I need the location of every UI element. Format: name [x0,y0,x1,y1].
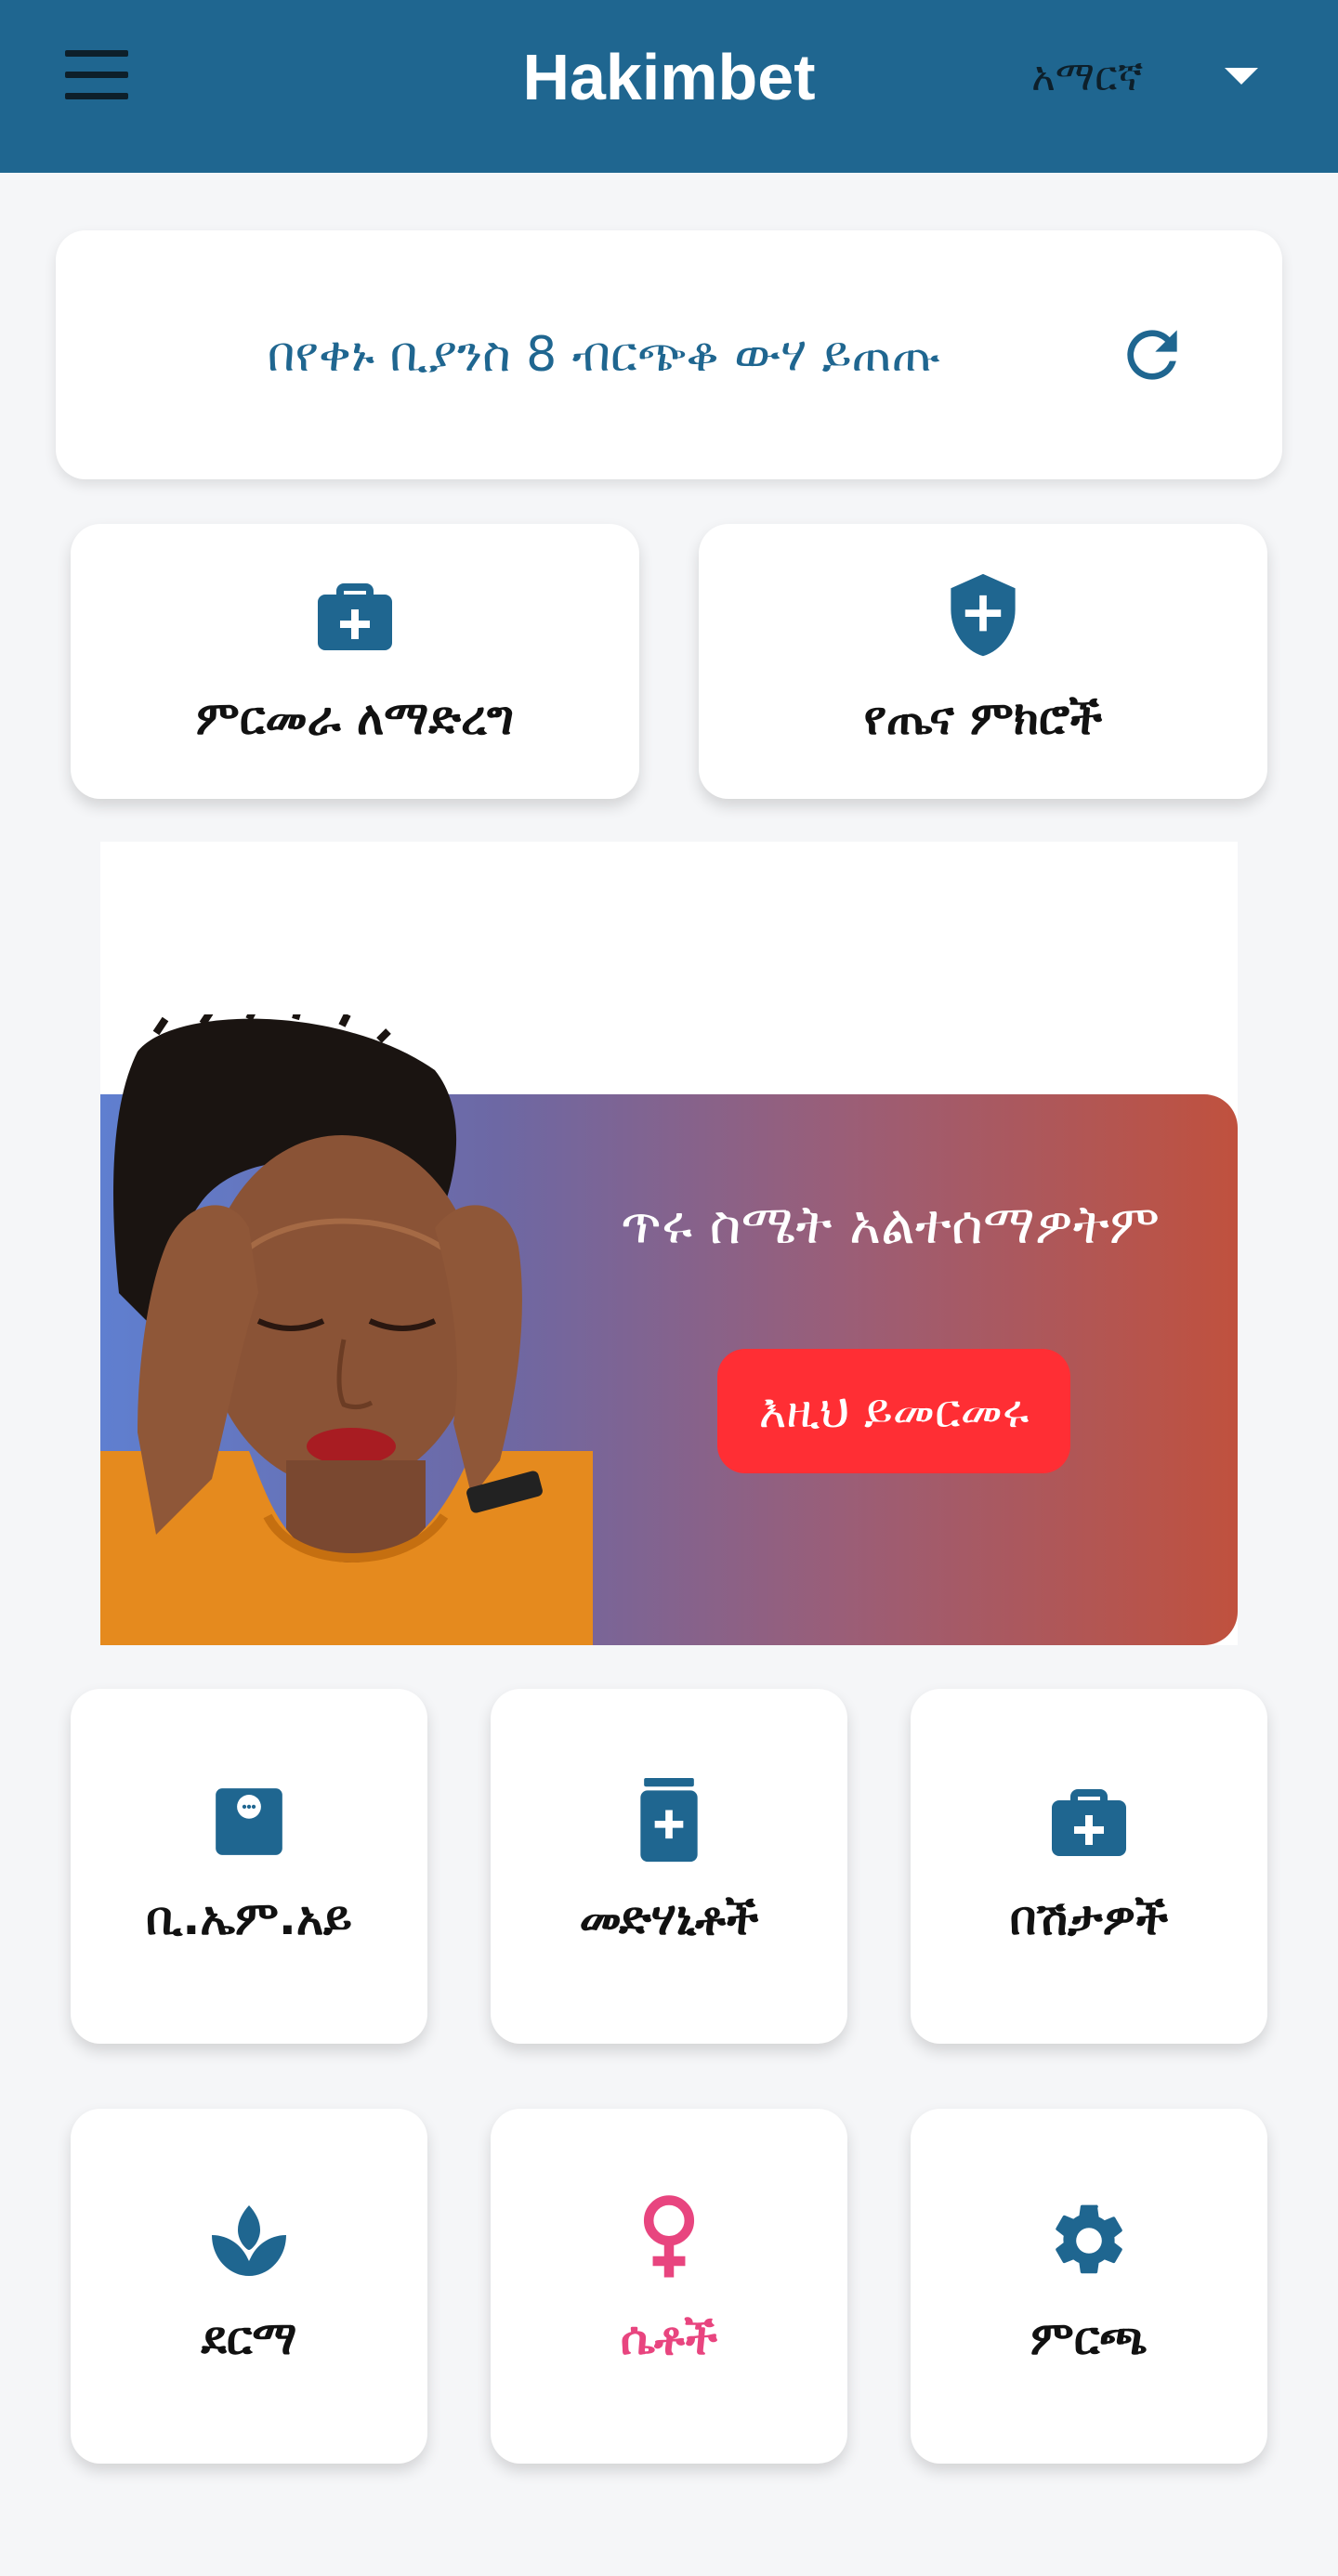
diseases-label: በሽታዎች [1009,1891,1169,1945]
health-tips-label: የጤና ምክሮች [863,691,1103,745]
scale-icon [216,1788,282,1855]
settings-label: ምርጫ [1030,2311,1148,2365]
refresh-icon [1127,330,1177,380]
checkup-card[interactable]: ምርመራ ለማድረግ [71,524,639,799]
check-here-button[interactable]: እዚህ ይመርመሩ [717,1349,1070,1473]
settings-card[interactable]: ምርጫ [911,2109,1267,2464]
derma-card[interactable]: ደርማ [71,2109,427,2464]
medical-bag-icon [318,583,392,650]
female-icon [643,2195,695,2278]
menu-icon [65,50,128,57]
app-bar: Hakimbet አማርኛ [0,0,1338,173]
menu-icon-bar [65,72,128,78]
shield-plus-icon [951,573,1016,657]
women-card[interactable]: ሴቶች [491,2109,847,2464]
spa-icon [212,2205,286,2276]
women-label: ሴቶች [620,2311,718,2365]
gear-icon [1056,2204,1122,2274]
menu-icon-bar [65,93,128,99]
bmi-label: ቢ.ኤም.አይ [146,1891,352,1945]
bmi-card[interactable]: ቢ.ኤም.አይ [71,1689,427,2044]
daily-tip-card: በየቀኑ ቢያንስ 8 ብርጭቆ ውሃ ይጠጡ [56,230,1282,479]
diseases-card[interactable]: በሽታዎች [911,1689,1267,2044]
app-title: Hakimbet [522,41,816,113]
language-label: አማርኛ [1031,53,1144,100]
woman-headache-image [100,1014,593,1645]
medical-bag-icon [1052,1789,1126,1856]
daily-tip-text: በየቀኑ ቢያንስ 8 ብርጭቆ ውሃ ይጠጡ [267,327,941,383]
medicine-bottle-icon [640,1778,698,1863]
menu-button[interactable] [56,48,139,106]
refresh-button[interactable] [1115,318,1189,392]
banner-heading: ጥሩ ስሜት አልተሰማዎትም [620,1193,1161,1256]
checkup-label: ምርመራ ለማድረግ [196,691,514,745]
medicines-label: መድሃኒቶች [579,1891,759,1945]
language-select[interactable]: አማርኛ [1013,35,1292,119]
health-tips-card[interactable]: የጤና ምክሮች [699,524,1267,799]
chevron-down-icon [1225,68,1258,85]
promo-banner: ጥሩ ስሜት አልተሰማዎትም እዚህ ይመርመሩ [100,842,1238,1645]
derma-label: ደርማ [201,2311,297,2365]
medicines-card[interactable]: መድሃኒቶች [491,1689,847,2044]
